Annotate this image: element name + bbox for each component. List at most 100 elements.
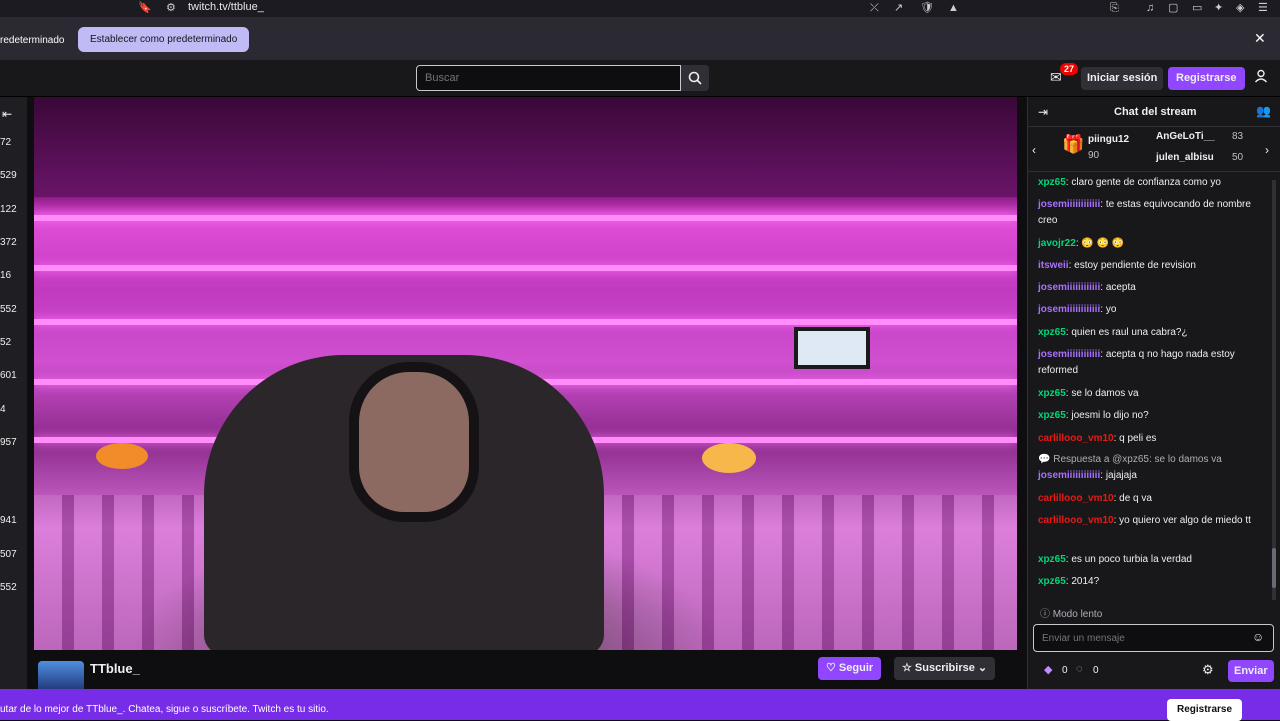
community-icon[interactable]: 👥 [1256,104,1271,118]
banner-signup-button[interactable]: Registrarse [1167,699,1243,721]
pumpkin-decoration [702,443,756,473]
chat-username[interactable]: carlillooo_vm10 [1038,433,1114,444]
share-icon[interactable]: ↗ [894,1,903,15]
bookmark-icon[interactable]: 🔖 [138,1,152,15]
follow-label: Seguir [838,662,874,674]
gift-count: 90 [1088,150,1100,161]
search-button[interactable] [681,65,709,91]
chat-username[interactable]: itsweii [1038,260,1069,271]
chat-text: es un poco turbia la verdad [1071,554,1192,565]
gifter-name[interactable]: julen_albisu [1156,152,1214,163]
signup-banner: utar de lo mejor de TTblue_. Chatea, sig… [0,689,1280,720]
channel-points-count: 0 [1093,665,1099,676]
vpn-icon[interactable]: ◈ [1236,1,1244,15]
chat-username[interactable]: javojr22 [1038,238,1076,249]
infobar-text: redeterminado [0,35,65,46]
send-button[interactable]: Enviar [1228,660,1274,682]
sidebar-icon[interactable]: ▢ [1168,1,1178,15]
slow-mode-label: Modo lento [1052,609,1103,620]
chat-message: xpz65: 2014? [1038,576,1100,587]
viewer-count[interactable]: 52 [0,337,11,348]
rewards-icon[interactable]: ▲ [948,1,959,15]
channel-points-icon[interactable]: ◌ [1076,663,1083,675]
chat-text: se lo damos va [1071,388,1139,399]
viewer-count[interactable]: 16 [0,270,11,281]
user-icon[interactable] [1254,69,1268,83]
neon-shelf [34,319,1017,325]
follow-button[interactable]: ♡ Seguir [818,657,882,680]
viewer-count[interactable]: 552 [0,582,17,593]
chat-text: de q va [1119,493,1152,504]
chat-scrollbar[interactable] [1272,180,1276,600]
chevron-right-icon[interactable]: › [1265,143,1269,157]
chat-username[interactable]: xpz65 [1038,554,1066,565]
close-icon[interactable]: ✕ [1254,30,1266,47]
set-default-button[interactable]: Establecer como predeterminado [78,27,250,52]
chat-text: jajajaja [1105,470,1137,481]
bits-icon[interactable]: ◆ [1044,663,1052,676]
chat-text: estoy pendiente de revision [1074,260,1196,271]
streamer-head [349,362,479,522]
url-bar[interactable]: twitch.tv/ttblue_ [188,0,264,14]
search-input[interactable] [416,65,681,91]
viewer-count[interactable]: 957 [0,437,17,448]
wallet-icon[interactable]: ▭ [1192,1,1202,15]
viewer-count[interactable]: 507 [0,549,17,560]
viewer-count[interactable]: 4 [0,404,6,415]
brave-shield-icon[interactable]: 🛡 [920,1,934,15]
menu-icon[interactable]: ☰ [1258,1,1268,15]
chat-message: josemiiiiiiiiiiii: te estas equivocando … [1038,199,1251,226]
background-monitor [794,327,870,369]
chat-username[interactable]: xpz65 [1038,327,1066,338]
chat-username[interactable]: josemiiiiiiiiiiii [1038,304,1100,315]
chat-message: carlillooo_vm10: de q va [1038,493,1152,504]
neon-shelf [34,215,1017,221]
music-icon[interactable]: ♫ [1146,1,1154,15]
collapse-chat-icon[interactable]: ⇥ [1038,105,1048,119]
chat-reply-context[interactable]: 💬 Respuesta a @xpz65: se lo damos va [1038,452,1266,468]
chat-scrollbar-thumb[interactable] [1272,548,1276,588]
collapse-sidebar-icon[interactable]: ⇤ [2,107,12,121]
chat-username[interactable]: xpz65 [1038,410,1066,421]
viewer-count[interactable]: 72 [0,137,11,148]
viewer-count[interactable]: 372 [0,237,17,248]
chat-username[interactable]: josemiiiiiiiiiiii [1038,349,1100,360]
signup-button[interactable]: Registrarse [1168,67,1245,90]
channel-avatar[interactable] [38,661,84,689]
chat-emotes: 😳 😳 😳 [1081,238,1125,249]
chat-username[interactable]: xpz65 [1038,576,1066,587]
extension-icon[interactable]: ⎘ [1110,1,1119,15]
chat-message: xpz65: joesmi lo dijo no? [1038,410,1149,421]
chat-text: q peli es [1119,433,1157,444]
viewer-count[interactable]: 941 [0,515,17,526]
site-info-icon[interactable]: ⚙ [166,1,176,15]
reader-icon[interactable]: ⤫ [870,1,879,15]
chat-username[interactable]: josemiiiiiiiiiiii [1038,282,1100,293]
banner-text: utar de lo mejor de TTblue_. Chatea, sig… [0,704,329,715]
chat-message-input[interactable] [1033,624,1274,652]
chat-username[interactable]: carlillooo_vm10 [1038,515,1114,526]
settings-gear-icon[interactable]: ⚙ [1202,662,1214,678]
video-player[interactable] [34,97,1017,650]
chat-username[interactable]: josemiiiiiiiiiiii [1038,199,1100,210]
chat-username[interactable]: josemiiiiiiiiiiii [1038,470,1100,481]
viewer-count[interactable]: 601 [0,370,17,381]
login-button[interactable]: Iniciar sesión [1081,67,1164,90]
chat-message: xpz65: es un poco turbia la verdad [1038,554,1192,565]
viewer-count[interactable]: 122 [0,204,17,215]
channel-name[interactable]: TTblue_ [90,661,140,676]
gifter-name[interactable]: AnGeLoTi__ [1156,131,1215,142]
emote-picker-icon[interactable]: ☺ [1252,630,1264,644]
chat-message: javojr22: 😳 😳 😳 [1038,238,1125,249]
viewer-count[interactable]: 529 [0,170,17,181]
leo-icon[interactable]: ✦ [1214,1,1223,15]
subscribe-button[interactable]: ☆ Suscribirse ⌄ [894,657,996,680]
reply-icon: 💬 [1038,454,1051,465]
gifter-name[interactable]: piingu12 [1088,134,1129,145]
chat-username[interactable]: carlillooo_vm10 [1038,493,1114,504]
chevron-left-icon[interactable]: ‹ [1032,143,1036,157]
viewer-count[interactable]: 552 [0,304,17,315]
chat-username[interactable]: xpz65 [1038,388,1066,399]
chat-username[interactable]: xpz65 [1038,177,1066,188]
chat-message: itsweii: estoy pendiente de revision [1038,260,1196,271]
